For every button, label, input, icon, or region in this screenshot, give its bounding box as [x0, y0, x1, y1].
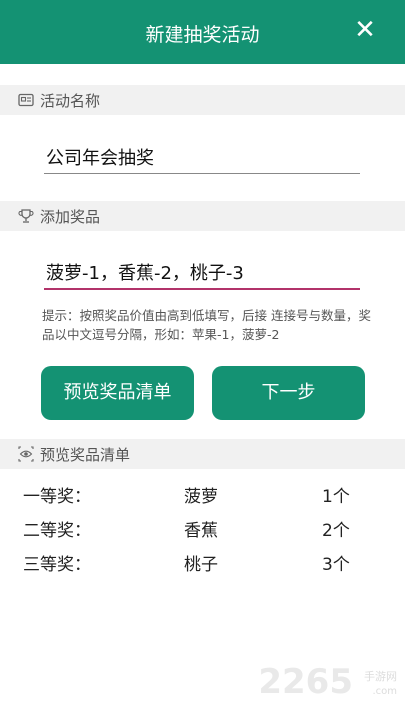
prize-count: 3个 [322, 555, 350, 575]
prize-row: 二等奖： 香蕉 2个 [0, 510, 405, 546]
section-header-preview: 预览奖品清单 [0, 439, 405, 469]
watermark-number: 2265 [258, 662, 353, 702]
prize-name: 桃子 [184, 555, 218, 575]
trophy-icon [18, 209, 34, 223]
section-label: 活动名称 [40, 92, 101, 110]
prize-level: 二等奖： [23, 521, 91, 541]
prize-name: 香蕉 [184, 521, 218, 541]
prize-row: 一等奖： 菠萝 1个 [0, 476, 405, 512]
section-label: 预览奖品清单 [40, 446, 131, 464]
id-card-icon [18, 93, 34, 107]
prize-name: 菠萝 [184, 487, 218, 507]
input-hint: 提示：按照奖品价值由高到低填写，后接 连接号与数量，奖品以中文逗号分隔，形如：苹… [42, 308, 371, 342]
watermark-site: 手游网 [364, 670, 397, 683]
preview-prizes-button[interactable]: 预览奖品清单 [41, 366, 194, 420]
section-header-activity-name: 活动名称 [0, 85, 405, 115]
section-label: 添加奖品 [40, 208, 101, 226]
activity-name-input[interactable] [44, 140, 360, 174]
prize-level: 一等奖： [23, 487, 91, 507]
prize-row: 三等奖： 桃子 3个 [0, 544, 405, 580]
watermark-suffix: .com [372, 686, 397, 697]
prize-count: 1个 [322, 487, 350, 507]
prize-count: 2个 [322, 521, 350, 541]
prize-list-input[interactable] [44, 256, 360, 290]
prize-level: 三等奖： [23, 555, 91, 575]
page-title: 新建抽奖活动 [145, 24, 260, 46]
section-header-add-prize: 添加奖品 [0, 201, 405, 231]
eye-icon [18, 446, 34, 462]
top-app-bar: 新建抽奖活动 ✕ [0, 0, 405, 64]
close-icon[interactable]: ✕ [351, 16, 379, 44]
next-step-button[interactable]: 下一步 [212, 366, 365, 420]
